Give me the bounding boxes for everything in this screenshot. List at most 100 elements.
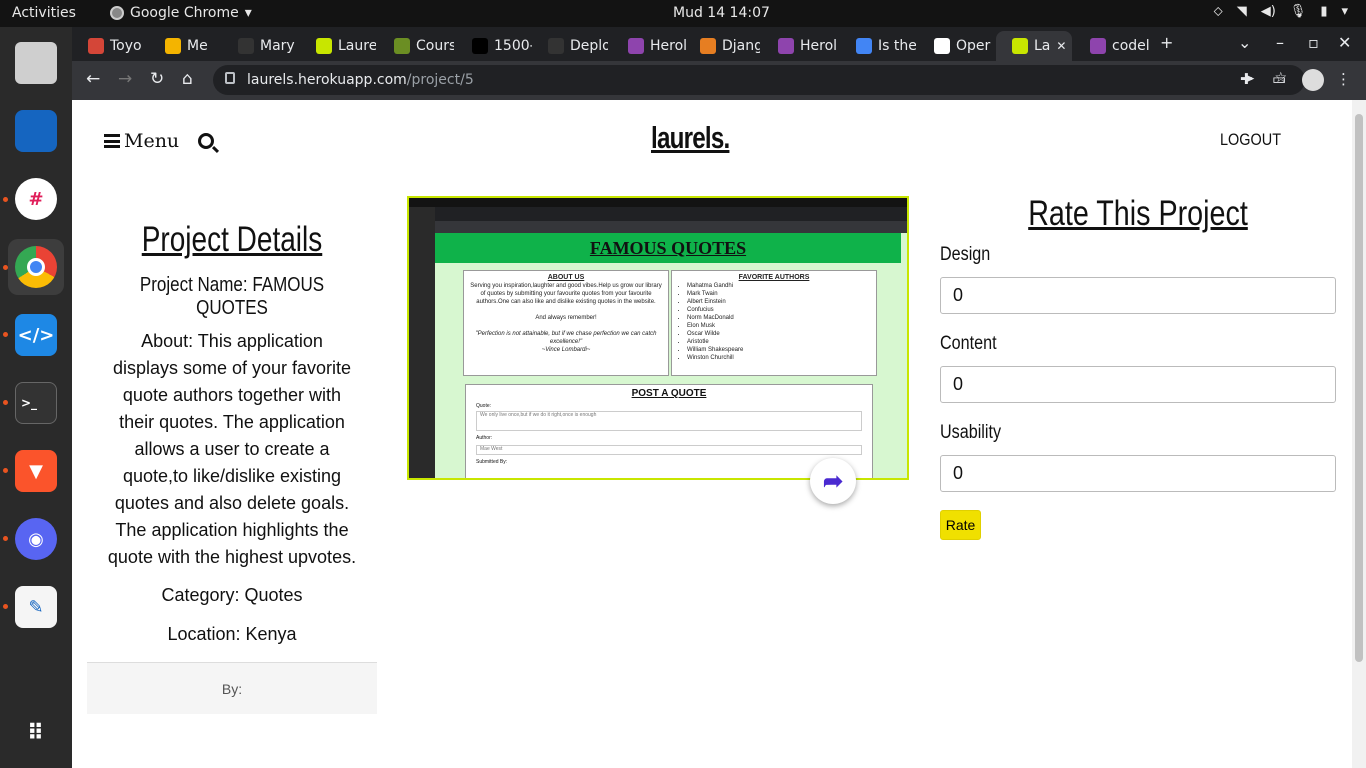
avatar[interactable] (1302, 69, 1324, 91)
favicon-icon (548, 38, 564, 54)
vscode-icon: </> (15, 314, 57, 356)
address-bar[interactable]: laurels.herokuapp.com/project/5 ➤ ☆ (213, 65, 1305, 95)
tab-label: Toyo (110, 38, 142, 54)
rate-button[interactable]: Rate (940, 510, 981, 540)
favicon-icon (628, 38, 644, 54)
screenshot-heading: FAMOUS QUOTES (435, 233, 901, 263)
brand-logo[interactable]: laurels. (651, 120, 730, 156)
design-label: Design (940, 244, 991, 265)
activities-button[interactable]: Activities (12, 5, 76, 21)
tab-item[interactable]: Mary (222, 31, 298, 61)
logout-link[interactable]: LOGOUT (1220, 130, 1281, 150)
screenshot-authors-box: FAVORITE AUTHORS Mahatma GandhiMark Twai… (671, 270, 877, 376)
tab-item[interactable]: Herol (762, 31, 838, 61)
share-icon[interactable]: ➦ (810, 458, 856, 504)
maximize-button[interactable]: ▫ (1308, 33, 1319, 52)
tab-item[interactable]: Is the (840, 31, 916, 61)
dock-vscode[interactable]: </> (8, 307, 64, 363)
favicon-icon (238, 38, 254, 54)
tab-item[interactable]: Cours (378, 31, 454, 61)
close-window-button[interactable]: ✕ (1338, 33, 1351, 52)
pencil-icon: ✎ (15, 586, 57, 628)
tab-item[interactable]: Oper (918, 31, 994, 61)
dock-show-apps[interactable]: ⠿ (8, 705, 64, 761)
dock-slack[interactable]: # (8, 171, 64, 227)
project-screenshot[interactable]: FAMOUS QUOTES ABOUT US Serving you inspi… (407, 196, 909, 480)
content-input[interactable]: 0 (940, 366, 1336, 403)
favicon-icon (856, 38, 872, 54)
cast-icon[interactable]: ▭ (1272, 70, 1286, 88)
tab-label: Cours (416, 38, 454, 54)
home-icon[interactable]: ⌂ (182, 69, 193, 89)
new-tab-button[interactable]: + (1160, 33, 1173, 52)
battery-icon: ▮ (1320, 4, 1328, 19)
browser-toolbar: ← → ↻ ⌂ laurels.herokuapp.com/project/5 … (72, 61, 1366, 100)
usability-input[interactable]: 0 (940, 455, 1336, 492)
kebab-menu-icon[interactable]: ⋮ (1336, 70, 1351, 88)
author-list-item: William Shakespeare (687, 346, 873, 354)
close-tab-icon[interactable]: ✕ (1056, 39, 1066, 53)
slack-icon: # (15, 178, 57, 220)
tab-item[interactable]: Toyo (72, 31, 148, 61)
minimize-button[interactable]: – (1276, 33, 1284, 52)
search-icon[interactable] (198, 133, 214, 149)
project-category: Category: Quotes (161, 585, 303, 605)
brave-icon: ▼ (15, 450, 57, 492)
author-list-item: Aristotle (687, 338, 873, 346)
favicon-icon (165, 38, 181, 54)
page-scrollbar[interactable] (1352, 100, 1366, 768)
dock-brave[interactable]: ▼ (8, 443, 64, 499)
system-tray[interactable]: ⬦ ◥ ◀) 🎙 ▮ ▾ (1214, 4, 1348, 19)
tab-item[interactable]: 1500- (456, 31, 532, 61)
tab-search-button[interactable]: ⌄ (1238, 33, 1251, 52)
tab-label: Herol (800, 38, 838, 54)
discord-icon: ◉ (15, 518, 57, 560)
dock-chrome[interactable] (8, 239, 64, 295)
author-list-item: Mahatma Gandhi (687, 282, 873, 290)
dock-text-editor[interactable]: ✎ (8, 579, 64, 635)
app-name: Google Chrome (130, 5, 239, 21)
lock-icon (225, 72, 235, 84)
power-icon: ▾ (1341, 4, 1348, 19)
folder-icon (15, 42, 57, 84)
forward-icon[interactable]: → (118, 69, 132, 89)
favicon-icon (778, 38, 794, 54)
url-host: laurels.herokuapp.com (247, 72, 407, 88)
project-details-heading: Project Details (141, 220, 323, 259)
author-list-item: Norm MacDonald (687, 314, 873, 322)
tab-label: 1500- (494, 38, 532, 54)
tab-label: Djang (722, 38, 760, 54)
clock[interactable]: Mud 14 14:07 (673, 5, 770, 21)
extensions-icon[interactable]: ✚ (1240, 70, 1253, 88)
favicon-icon (472, 38, 488, 54)
tab-label: codel (1112, 38, 1150, 54)
tab-item[interactable]: Djang (684, 31, 760, 61)
dock-files[interactable] (8, 35, 64, 91)
app-menu[interactable]: Google Chrome ▾ (110, 5, 252, 21)
network-icon: ⬦ (1213, 4, 1223, 19)
tab-item[interactable]: La ✕ (996, 31, 1072, 61)
mic-icon: 🎙 (1289, 4, 1307, 19)
author-list-item: Mark Twain (687, 290, 873, 298)
favicon-icon (934, 38, 950, 54)
design-input[interactable]: 0 (940, 277, 1336, 314)
tab-label: La (1034, 38, 1051, 54)
volume-icon: ◀) (1260, 4, 1276, 19)
screenshot-post-quote: POST A QUOTE Quote: We only live once,bu… (465, 384, 873, 478)
tab-item[interactable]: codel (1074, 31, 1150, 61)
tab-label: Deplo (570, 38, 608, 54)
reload-icon[interactable]: ↻ (150, 69, 164, 89)
menu-label: Menu (124, 130, 180, 152)
dock-writer[interactable] (8, 103, 64, 159)
dock-terminal[interactable]: >_ (8, 375, 64, 431)
tab-item[interactable]: Laure (300, 31, 376, 61)
tab-item[interactable]: Me (149, 31, 225, 61)
tab-item[interactable]: Deplo (532, 31, 608, 61)
tab-item[interactable]: Herol (612, 31, 688, 61)
author-list-item: Confucius (687, 306, 873, 314)
menu-button[interactable]: Menu (104, 130, 179, 152)
tab-label: Laure (338, 38, 376, 54)
back-icon[interactable]: ← (86, 69, 100, 89)
author-list-item: Elon Musk (687, 322, 873, 330)
dock-discord[interactable]: ◉ (8, 511, 64, 567)
